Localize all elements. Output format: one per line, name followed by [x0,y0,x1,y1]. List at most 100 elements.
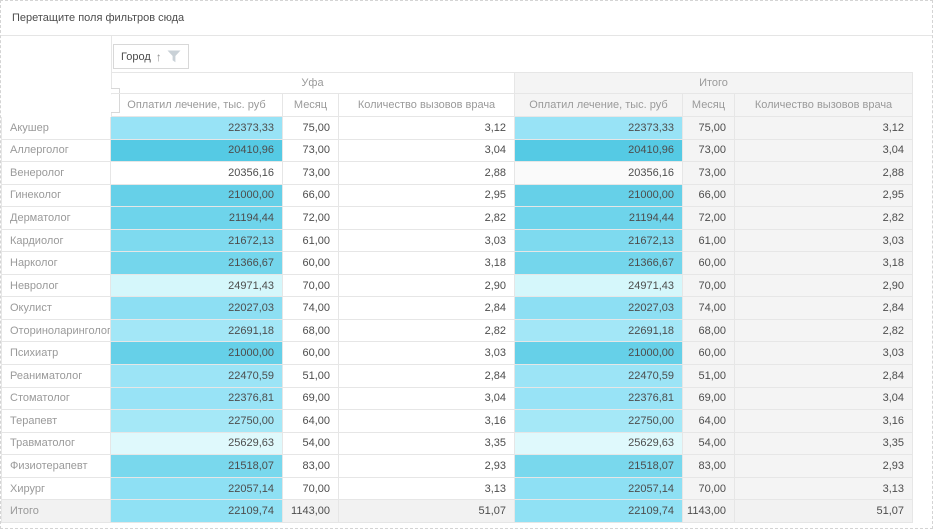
row-label-cell[interactable]: Травматолог [1,433,111,456]
row-label-cell[interactable]: Стоматолог [1,388,111,411]
row-label-cell[interactable]: Хирург [1,478,111,501]
value-cell-calls-total[interactable]: 3,04 [735,388,913,411]
value-cell-month[interactable]: 61,00 [283,230,339,253]
value-cell-calls[interactable]: 3,18 [339,252,515,275]
row-label-cell[interactable]: Невролог [1,275,111,298]
value-cell-paid-total[interactable]: 21518,07 [515,455,683,478]
value-cell-month[interactable]: 68,00 [283,320,339,343]
value-cell-calls[interactable]: 3,03 [339,230,515,253]
value-cell-paid[interactable]: 21518,07 [111,455,283,478]
value-cell-calls[interactable]: 2,82 [339,207,515,230]
value-cell-calls-total[interactable]: 3,03 [735,230,913,253]
value-cell-month[interactable]: 51,00 [283,365,339,388]
value-cell-paid-total[interactable]: 22027,03 [515,297,683,320]
row-label-cell[interactable]: Оториноларинголог [1,320,111,343]
value-cell-calls[interactable]: 3,12 [339,117,515,140]
value-cell-month-total[interactable]: 69,00 [683,388,735,411]
value-cell-calls-total[interactable]: 3,18 [735,252,913,275]
value-cell-calls-total[interactable]: 2,88 [735,162,913,185]
value-cell-paid[interactable]: 25629,63 [111,433,283,456]
value-cell-calls-total[interactable]: 3,12 [735,117,913,140]
value-cell-calls-total[interactable]: 3,35 [735,433,913,456]
value-cell-month[interactable]: 74,00 [283,297,339,320]
value-cell-paid-total[interactable]: 22057,14 [515,478,683,501]
value-cell-month[interactable]: 83,00 [283,455,339,478]
value-cell-calls[interactable]: 2,93 [339,455,515,478]
row-label-cell[interactable]: Окулист [1,297,111,320]
value-cell-calls[interactable]: 3,13 [339,478,515,501]
value-cell-month-total[interactable]: 1143,00 [683,500,735,523]
value-cell-month[interactable]: 75,00 [283,117,339,140]
row-label-cell[interactable]: Психиатр [1,342,111,365]
value-cell-calls-total[interactable]: 2,95 [735,185,913,208]
value-cell-month[interactable]: 54,00 [283,433,339,456]
value-cell-month[interactable]: 69,00 [283,388,339,411]
value-cell-calls[interactable]: 2,90 [339,275,515,298]
filter-drop-zone[interactable]: Перетащите поля фильтров сюда [1,1,932,36]
value-cell-calls-total[interactable]: 2,90 [735,275,913,298]
value-cell-paid[interactable]: 22470,59 [111,365,283,388]
row-label-cell[interactable]: Гинеколог [1,185,111,208]
value-cell-paid[interactable]: 24971,43 [111,275,283,298]
value-cell-paid[interactable]: 22373,33 [111,117,283,140]
value-cell-month-total[interactable]: 70,00 [683,275,735,298]
value-cell-paid-total[interactable]: 22373,33 [515,117,683,140]
value-cell-calls[interactable]: 51,07 [339,500,515,523]
value-cell-paid[interactable]: 20410,96 [111,140,283,163]
value-cell-month[interactable]: 73,00 [283,140,339,163]
value-cell-paid-total[interactable]: 22109,74 [515,500,683,523]
value-cell-calls[interactable]: 2,84 [339,365,515,388]
value-cell-month[interactable]: 70,00 [283,478,339,501]
value-cell-calls-total[interactable]: 2,93 [735,455,913,478]
value-cell-month-total[interactable]: 83,00 [683,455,735,478]
value-cell-month-total[interactable]: 54,00 [683,433,735,456]
value-cell-month[interactable]: 70,00 [283,275,339,298]
value-cell-paid[interactable]: 22057,14 [111,478,283,501]
value-cell-month-total[interactable]: 68,00 [683,320,735,343]
value-cell-paid[interactable]: 21000,00 [111,185,283,208]
value-cell-calls[interactable]: 2,88 [339,162,515,185]
value-cell-month-total[interactable]: 64,00 [683,410,735,433]
value-cell-paid[interactable]: 21366,67 [111,252,283,275]
value-cell-paid[interactable]: 22750,00 [111,410,283,433]
value-cell-month-total[interactable]: 70,00 [683,478,735,501]
value-cell-calls[interactable]: 2,84 [339,297,515,320]
row-label-cell[interactable]: Акушер [1,117,111,140]
value-cell-paid-total[interactable]: 25629,63 [515,433,683,456]
value-cell-paid[interactable]: 22109,74 [111,500,283,523]
value-cell-calls-total[interactable]: 2,84 [735,365,913,388]
value-cell-calls[interactable]: 3,04 [339,140,515,163]
value-cell-paid-total[interactable]: 22470,59 [515,365,683,388]
value-cell-paid-total[interactable]: 21672,13 [515,230,683,253]
value-cell-calls[interactable]: 2,95 [339,185,515,208]
value-cell-month-total[interactable]: 66,00 [683,185,735,208]
column-field-city[interactable]: Город ↑ [113,44,189,69]
value-cell-month-total[interactable]: 51,00 [683,365,735,388]
value-cell-month[interactable]: 64,00 [283,410,339,433]
value-cell-month[interactable]: 73,00 [283,162,339,185]
value-cell-calls-total[interactable]: 3,16 [735,410,913,433]
value-cell-paid-total[interactable]: 20410,96 [515,140,683,163]
row-label-cell[interactable]: Дерматолог [1,207,111,230]
row-label-cell[interactable]: Терапевт [1,410,111,433]
value-cell-paid-total[interactable]: 21194,44 [515,207,683,230]
row-label-cell[interactable]: Венеролог [1,162,111,185]
value-cell-paid[interactable]: 20356,16 [111,162,283,185]
sort-asc-icon[interactable]: ↑ [156,51,162,63]
value-cell-paid-total[interactable]: 21366,67 [515,252,683,275]
value-cell-month-total[interactable]: 73,00 [683,140,735,163]
row-label-cell[interactable]: Физиотерапевт [1,455,111,478]
row-label-cell[interactable]: Реаниматолог [1,365,111,388]
value-cell-calls[interactable]: 3,16 [339,410,515,433]
value-cell-month-total[interactable]: 75,00 [683,117,735,140]
value-cell-paid-total[interactable]: 24971,43 [515,275,683,298]
row-label-cell[interactable]: Кардиолог [1,230,111,253]
value-cell-calls[interactable]: 3,03 [339,342,515,365]
value-cell-paid-total[interactable]: 21000,00 [515,342,683,365]
value-cell-calls[interactable]: 3,04 [339,388,515,411]
value-cell-paid[interactable]: 21194,44 [111,207,283,230]
value-cell-month-total[interactable]: 60,00 [683,252,735,275]
value-cell-calls[interactable]: 3,35 [339,433,515,456]
value-cell-paid-total[interactable]: 22376,81 [515,388,683,411]
value-cell-paid[interactable]: 22691,18 [111,320,283,343]
